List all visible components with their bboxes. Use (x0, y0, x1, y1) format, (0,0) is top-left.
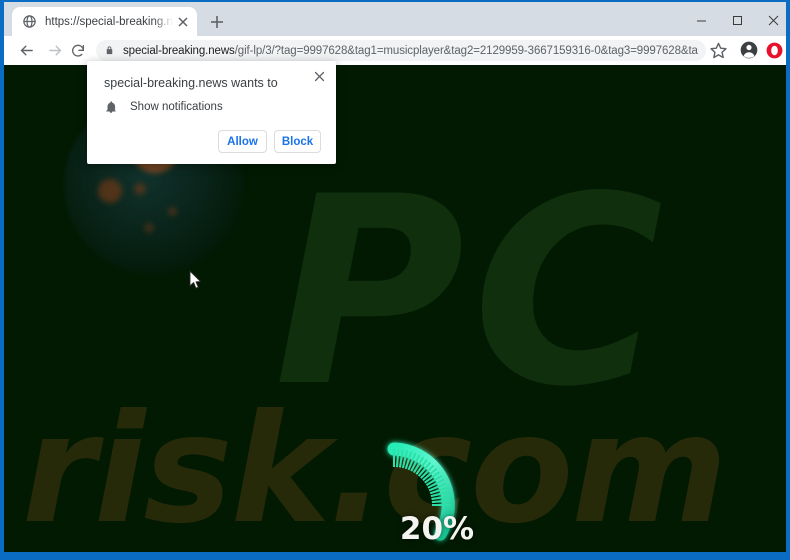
window-maximize-button[interactable] (719, 4, 755, 36)
dialog-title: special-breaking.news wants to (104, 76, 278, 90)
loading-spinner: 20% (372, 427, 502, 547)
allow-button[interactable]: Allow (218, 130, 267, 153)
close-icon[interactable] (312, 69, 327, 84)
planet-dot (168, 207, 177, 216)
reload-icon[interactable] (66, 39, 89, 62)
tab-close-icon[interactable] (175, 14, 191, 30)
window-close-button[interactable] (755, 4, 790, 36)
mouse-pointer-icon (189, 270, 202, 290)
globe-icon (22, 14, 37, 29)
new-tab-button[interactable] (206, 11, 228, 33)
address-bar[interactable]: special-breaking.news/gif-lp/3/?tag=9997… (96, 40, 706, 61)
planet-dot (144, 223, 154, 233)
browser-tab[interactable]: https://special-breaking.news/gif (12, 7, 197, 36)
tab-strip: https://special-breaking.news/gif (4, 2, 786, 36)
browser-window: https://special-breaking.news/gif (0, 0, 790, 560)
url-host: special-breaking.news (123, 44, 235, 57)
loading-percent-label: 20% (399, 511, 475, 547)
planet-dot (98, 179, 122, 203)
tab-title: https://special-breaking.news/gif (45, 15, 173, 28)
window-minimize-button[interactable] (683, 4, 719, 36)
block-button[interactable]: Block (274, 130, 321, 153)
lock-icon[interactable] (102, 43, 117, 58)
permission-label: Show notifications (130, 101, 223, 113)
bell-icon (104, 100, 118, 114)
arrow-forward-icon (44, 39, 67, 62)
address-bar-url: special-breaking.news/gif-lp/3/?tag=9997… (123, 45, 698, 57)
extension-icon[interactable] (765, 41, 784, 60)
planet-dot (134, 183, 146, 195)
star-icon[interactable] (709, 41, 728, 60)
arrow-back-icon[interactable] (15, 39, 38, 62)
profile-avatar-icon[interactable] (739, 40, 759, 60)
notification-permission-dialog: special-breaking.news wants to Show noti… (87, 61, 336, 164)
permission-row: Show notifications (104, 100, 223, 114)
url-path: /gif-lp/3/?tag=9997628&tag1=musicplayer&… (234, 44, 698, 57)
